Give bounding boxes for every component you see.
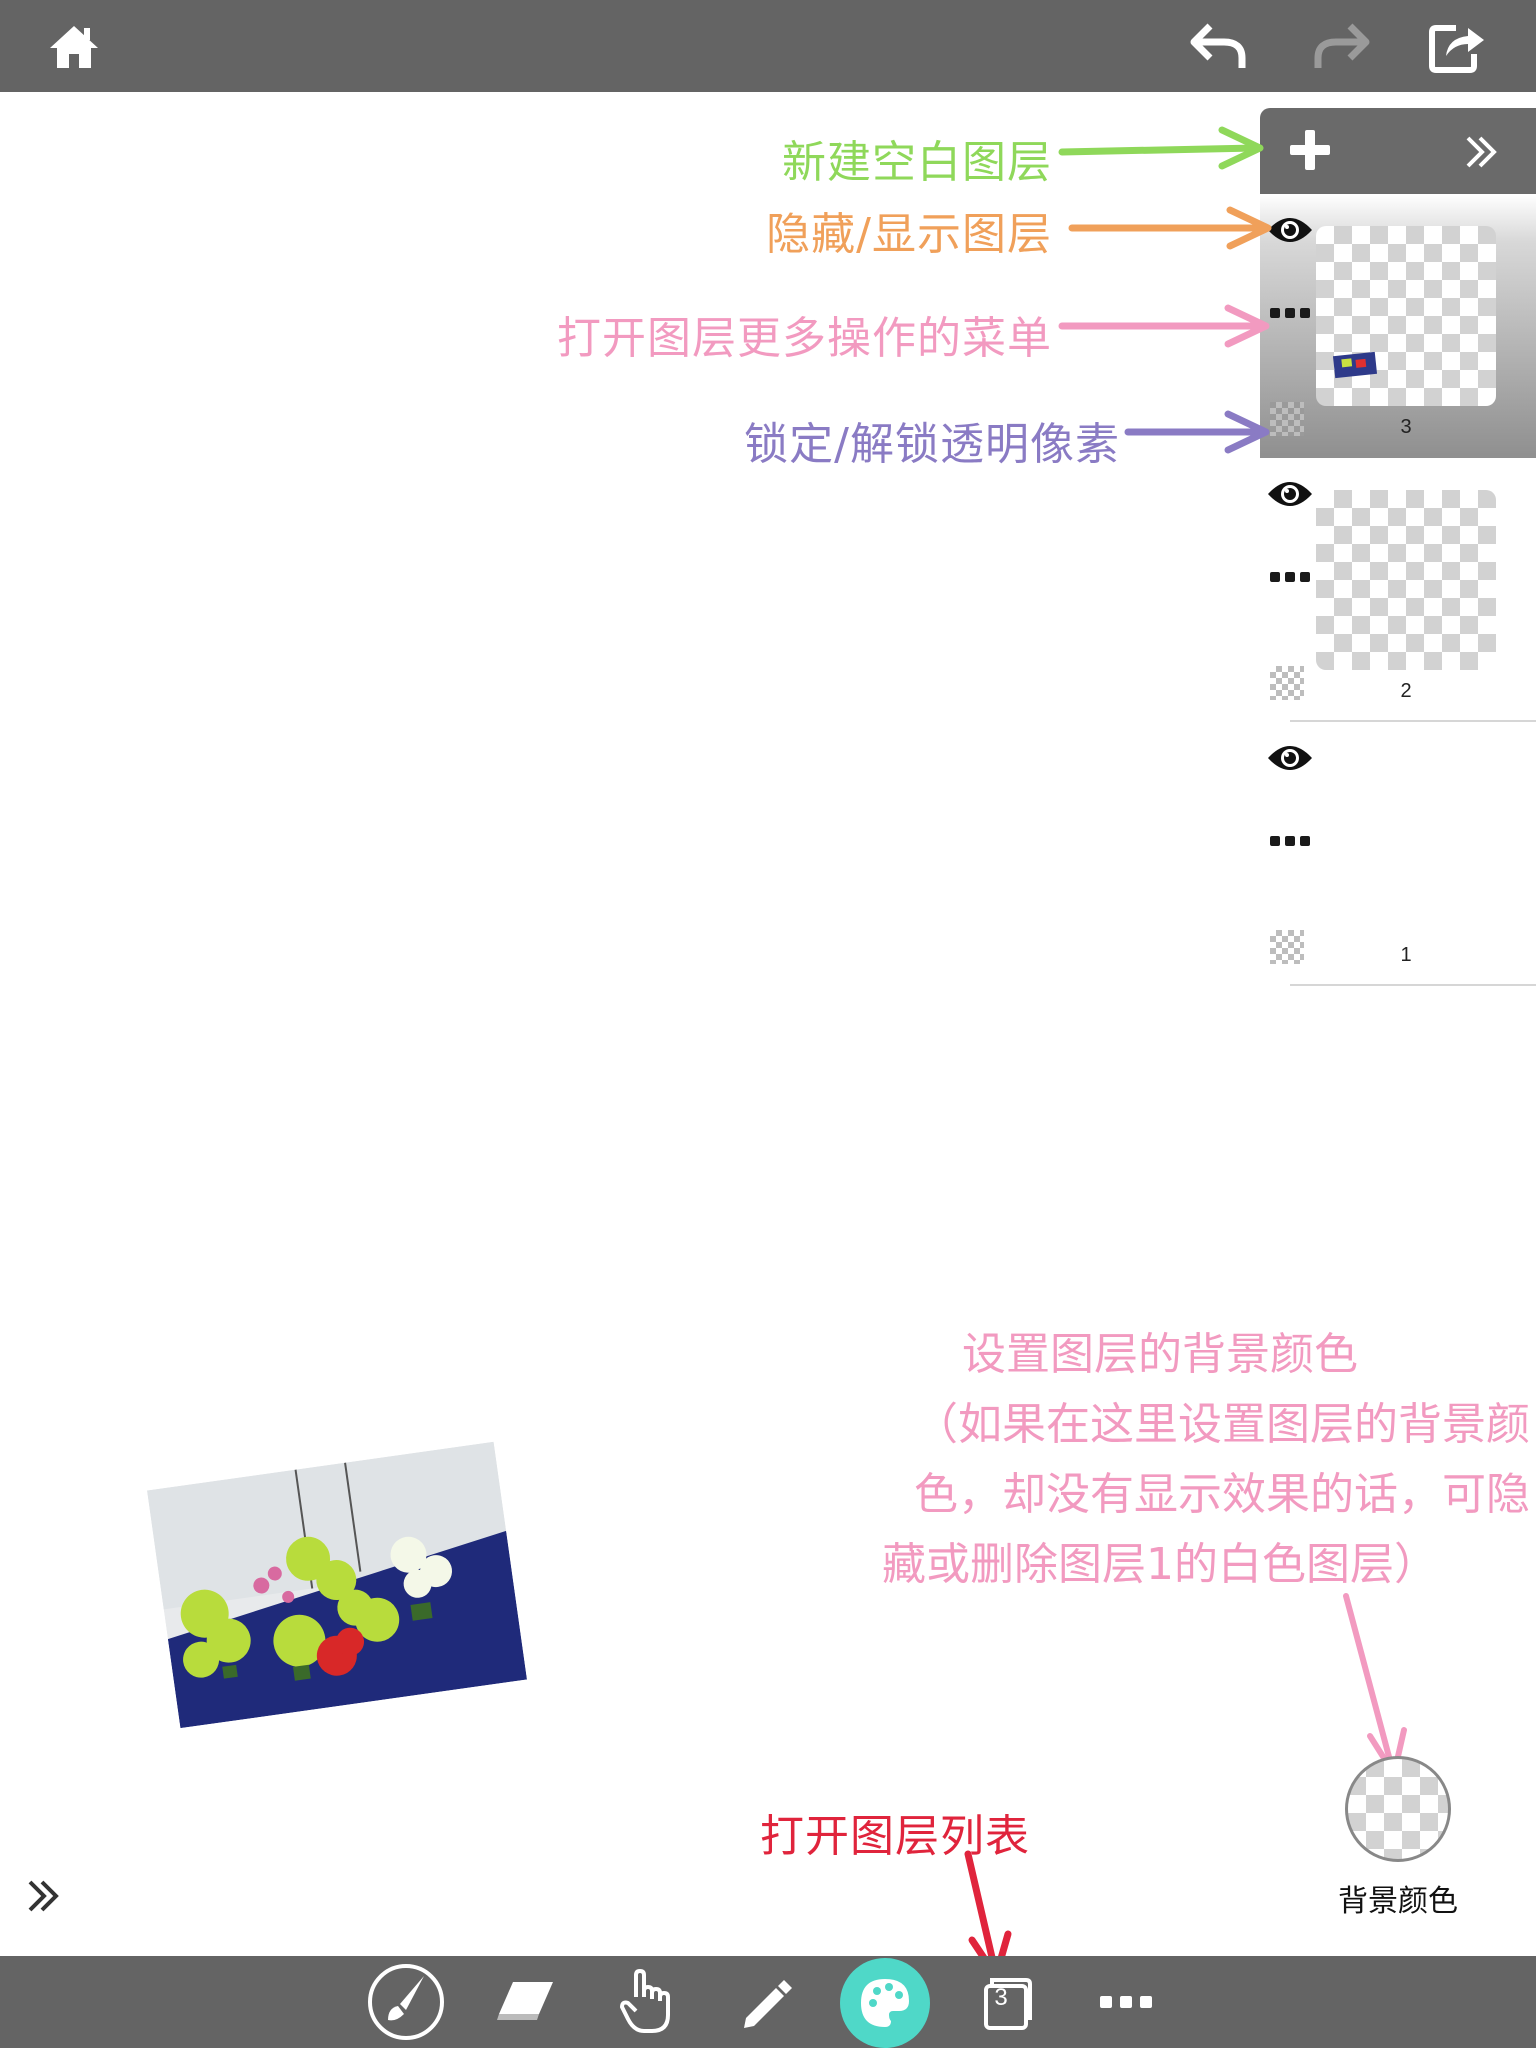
annotation-arrows: [964, 126, 1407, 1980]
annotation-bg-note-line2: 色，却没有显示效果的话，可隐: [914, 1469, 1530, 1520]
background-color-swatch[interactable]: [1345, 1756, 1451, 1862]
annotation-bg-title: 设置图层的背景颜色: [962, 1329, 1358, 1380]
annotation-open-layer-list: 打开图层列表: [760, 1811, 1030, 1862]
arrow-more-menu: [1058, 304, 1270, 348]
annotation-bg-note-line1: （如果在这里设置图层的背景颜: [914, 1399, 1530, 1450]
arrow-toggle-visibility: [1068, 206, 1272, 250]
bottom-toolbar: 3: [0, 1956, 1536, 2048]
arrow-background-color: [1343, 1593, 1407, 1777]
eraser-icon[interactable]: [486, 1962, 566, 2042]
palette-icon[interactable]: [840, 1958, 930, 2048]
arrow-alpha-lock: [1124, 410, 1270, 454]
canvas-photo[interactable]: [147, 1441, 527, 1729]
arrow-new-layer: [1058, 126, 1264, 170]
background-color-label: 背景颜色: [1338, 1884, 1458, 1919]
more-icon[interactable]: [1086, 1962, 1166, 2042]
layers-icon[interactable]: 3: [966, 1962, 1046, 2042]
double-chevron-right-icon[interactable]: [24, 1876, 68, 1920]
hand-icon[interactable]: [606, 1962, 686, 2042]
layers-count: 3: [994, 1984, 1008, 2011]
annotation-background-color: 设置图层的背景颜色 （如果在这里设置图层的背景颜 色，却没有显示效果的话，可隐 …: [790, 1320, 1530, 1600]
annotation-bg-note-line3: 藏或删除图层1的白色图层）: [882, 1539, 1438, 1590]
pencil-icon[interactable]: [726, 1962, 806, 2042]
brush-icon[interactable]: [366, 1962, 446, 2042]
